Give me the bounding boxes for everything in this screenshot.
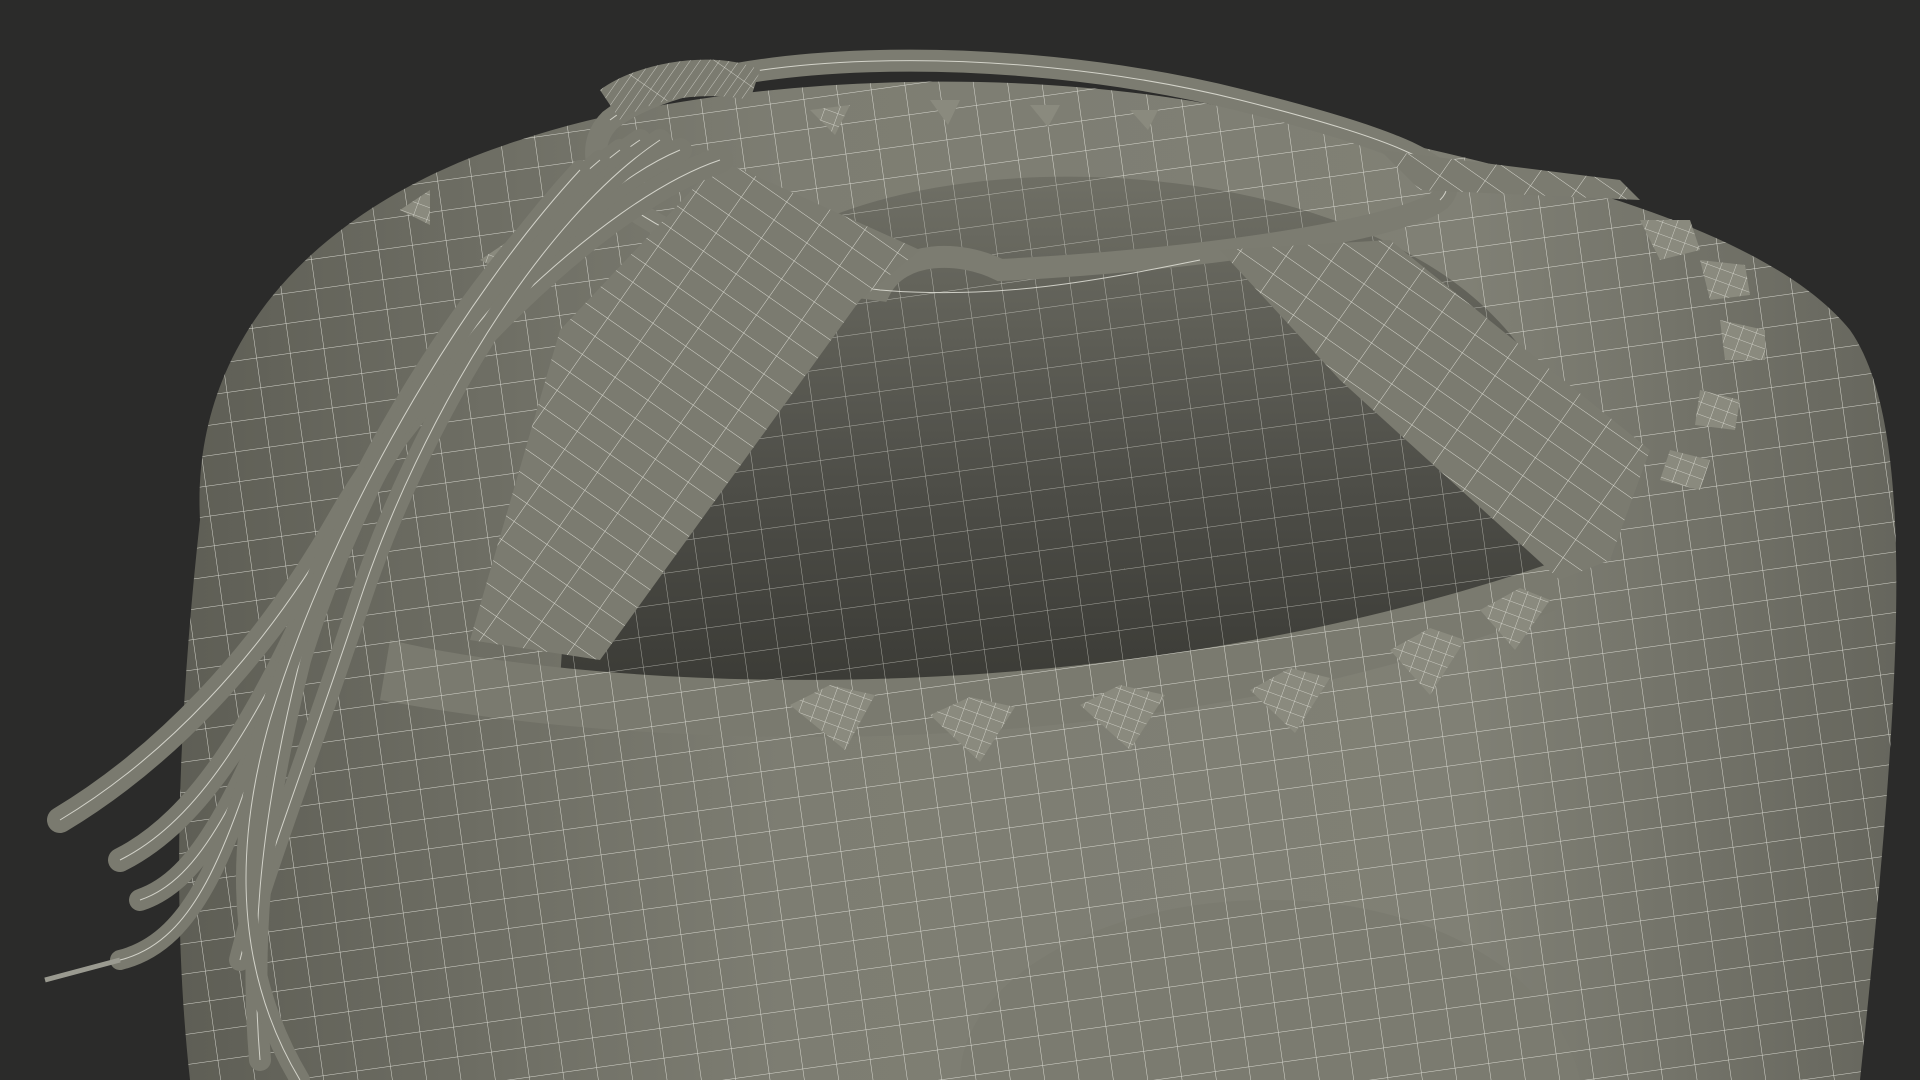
wireframe-render [44,49,1897,1080]
render-viewport [0,0,1920,1080]
